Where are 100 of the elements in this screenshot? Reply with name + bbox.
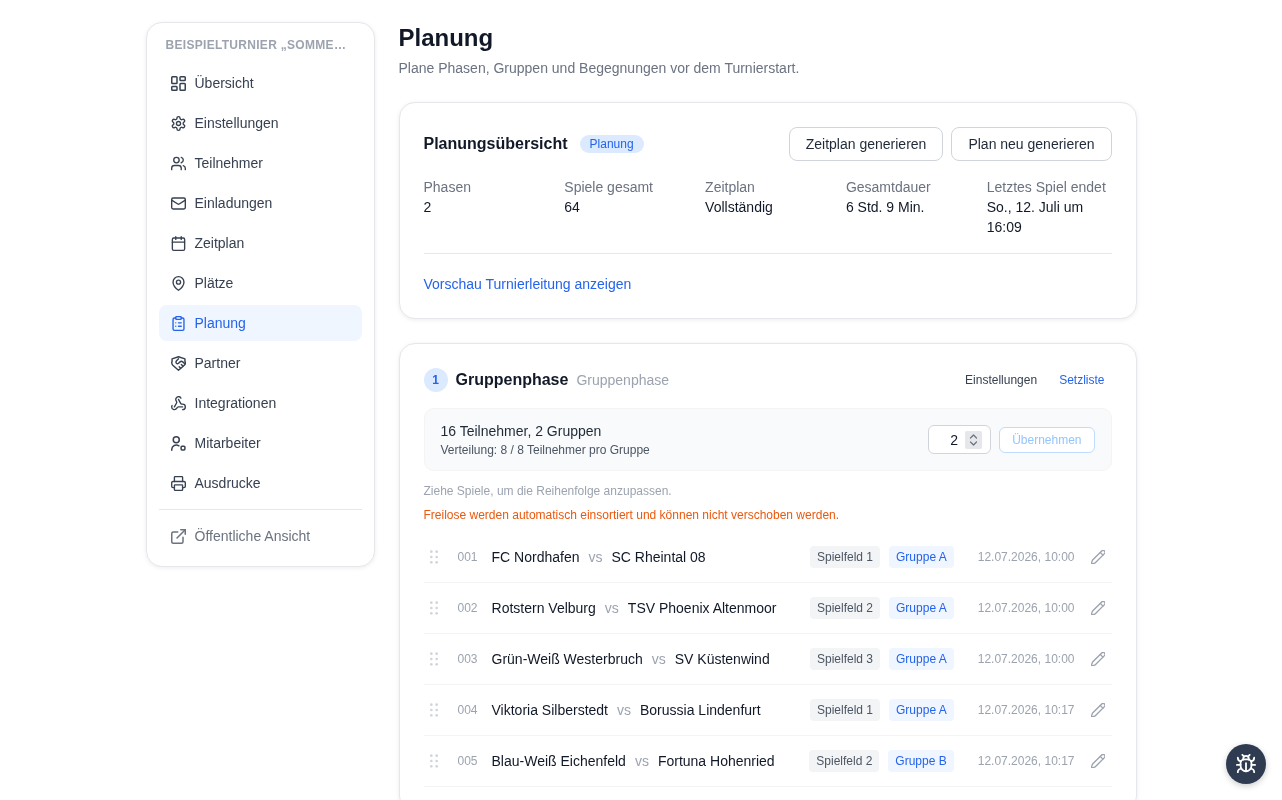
group-summary: 16 Teilnehmer, 2 Gruppen — [440, 422, 602, 441]
stat-label: Phasen — [423, 178, 471, 197]
group-tag: Gruppe B — [888, 750, 954, 772]
action-button[interactable]: Zeitplan generieren — [788, 127, 944, 161]
group-distribution: Verteilung: 8 / 8 Teilnehmer pro Gruppe — [440, 442, 650, 458]
page-title: Planung — [398, 23, 494, 53]
versus-label: vs — [634, 753, 649, 769]
pencil-icon[interactable] — [1090, 601, 1105, 615]
gear-icon — [170, 115, 186, 131]
group-tag: Gruppe A — [889, 648, 954, 670]
versus-label: vs — [651, 651, 666, 667]
away-team: TSV Phoenix Altenmoor — [627, 600, 777, 616]
calendar-icon — [170, 235, 186, 251]
sidebar-item[interactable]: Zeitplan — [158, 225, 362, 261]
handshake-icon — [170, 355, 186, 371]
field-tag: Spielfeld 1 — [810, 699, 881, 721]
stat-label: Spiele gesamt — [564, 178, 653, 197]
sidebar-item[interactable]: Ausdrucke — [158, 465, 362, 501]
match-number: 005 — [457, 754, 478, 768]
stat-label: Zeitplan — [705, 178, 755, 197]
sidebar-item[interactable]: Plätze — [158, 265, 362, 301]
action-button[interactable]: Plan neu generieren — [951, 127, 1112, 161]
settings-button[interactable]: Einstellungen — [958, 369, 1045, 391]
match-number: 004 — [457, 703, 478, 717]
stat-value: So., 12. Juli um 16:09 — [986, 198, 1085, 237]
bye-warning: Freilose werden automatisch einsortiert und können nicht verschoben werden. — [423, 507, 840, 523]
match-number: 002 — [457, 601, 478, 615]
match-time: 12.07.2026, 10:17 — [977, 703, 1075, 717]
step-number: 1 — [423, 368, 448, 392]
phase-title: Gruppenphase — [455, 370, 569, 390]
stat-value: 2 — [423, 198, 432, 217]
phase-type: Gruppenphase — [576, 372, 670, 388]
sidebar-item[interactable]: Übersicht — [158, 65, 362, 101]
pencil-icon[interactable] — [1090, 703, 1105, 717]
stat-label: Gesamtdauer — [845, 178, 931, 197]
versus-label: vs — [588, 549, 603, 565]
home-team: Rotstern Velburg — [491, 600, 596, 616]
debug-button[interactable] — [1226, 744, 1266, 784]
group-tag: Gruppe A — [889, 546, 954, 568]
envelope-icon — [170, 195, 186, 211]
dashboard-icon — [170, 75, 186, 91]
field-tag: Spielfeld 2 — [810, 597, 881, 619]
external-link-icon — [170, 528, 186, 544]
drag-handle-icon[interactable] — [429, 601, 438, 615]
sidebar-item[interactable]: Partner — [158, 345, 362, 381]
pencil-icon[interactable] — [1090, 652, 1105, 666]
group-count-field[interactable]: 2 — [928, 425, 992, 454]
sidebar-item[interactable]: Einladungen — [158, 185, 362, 221]
match-number: 001 — [457, 550, 478, 564]
away-team: SV Küstenwind — [674, 651, 770, 667]
preview-link[interactable]: Vorschau Turnierleitung anzeigen — [423, 274, 632, 294]
home-team: FC Nordhafen — [491, 549, 580, 565]
away-team: Borussia Lindenfurt — [640, 702, 761, 718]
tournament-title: BEISPIELTURNIER „SOMME… — [164, 37, 347, 53]
pencil-icon[interactable] — [1090, 550, 1105, 564]
clipboard-list-icon — [170, 315, 186, 331]
versus-label: vs — [617, 702, 631, 718]
seed-list-link[interactable]: Setzliste — [1052, 369, 1112, 391]
home-team: Blau-Weiß Eichenfeld — [491, 753, 626, 769]
card-title: Planungsübersicht — [423, 134, 568, 154]
match-time: 12.07.2026, 10:00 — [977, 652, 1075, 666]
webhook-icon — [170, 395, 186, 411]
public-view-link[interactable]: Öffentliche Ansicht — [158, 518, 362, 554]
drag-handle-icon[interactable] — [429, 754, 438, 768]
away-team: SC Rheintal 08 — [611, 549, 706, 565]
sidebar-item[interactable]: Planung — [158, 305, 362, 341]
sidebar-item[interactable]: Mitarbeiter — [158, 425, 362, 461]
user-gear-icon — [170, 435, 186, 451]
pencil-icon[interactable] — [1090, 754, 1105, 768]
drag-handle-icon[interactable] — [429, 550, 438, 564]
stat-value: Vollständig — [705, 198, 773, 217]
stat-value: 6 Std. 9 Min. — [845, 198, 925, 217]
field-tag: Spielfeld 2 — [809, 750, 880, 772]
sidebar-item[interactable]: Teilnehmer — [158, 145, 362, 181]
stat-value: 64 — [564, 198, 580, 217]
group-tag: Gruppe A — [889, 597, 954, 619]
match-time: 12.07.2026, 10:17 — [977, 754, 1075, 768]
stat-label: Letztes Spiel endet — [986, 178, 1106, 197]
match-time: 12.07.2026, 10:00 — [977, 601, 1075, 615]
status-badge: Planung — [579, 135, 644, 153]
bug-icon — [1236, 754, 1256, 774]
drag-handle-icon[interactable] — [429, 652, 438, 666]
drag-hint: Ziehe Spiele, um die Reihenfolge anzupassen. — [423, 483, 672, 499]
users-icon — [170, 155, 186, 171]
stepper-arrows-icon[interactable] — [965, 430, 983, 449]
home-team: Viktoria Silberstedt — [491, 702, 608, 718]
versus-label: vs — [604, 600, 619, 616]
match-number: 003 — [457, 652, 478, 666]
field-tag: Spielfeld 3 — [810, 648, 881, 670]
printer-icon — [170, 475, 186, 491]
drag-handle-icon[interactable] — [429, 703, 438, 717]
page-subtitle: Plane Phasen, Gruppen und Begegnungen vor dem Turnierstart. — [398, 59, 800, 78]
sidebar-item[interactable]: Integrationen — [158, 385, 362, 421]
away-team: Fortuna Hohenried — [657, 753, 775, 769]
home-team: Grün-Weiß Westerbruch — [491, 651, 643, 667]
map-pin-icon — [170, 275, 186, 291]
field-tag: Spielfeld 1 — [810, 546, 881, 568]
group-tag: Gruppe A — [889, 699, 954, 721]
sidebar-item[interactable]: Einstellungen — [158, 105, 362, 141]
match-time: 12.07.2026, 10:00 — [977, 550, 1075, 564]
